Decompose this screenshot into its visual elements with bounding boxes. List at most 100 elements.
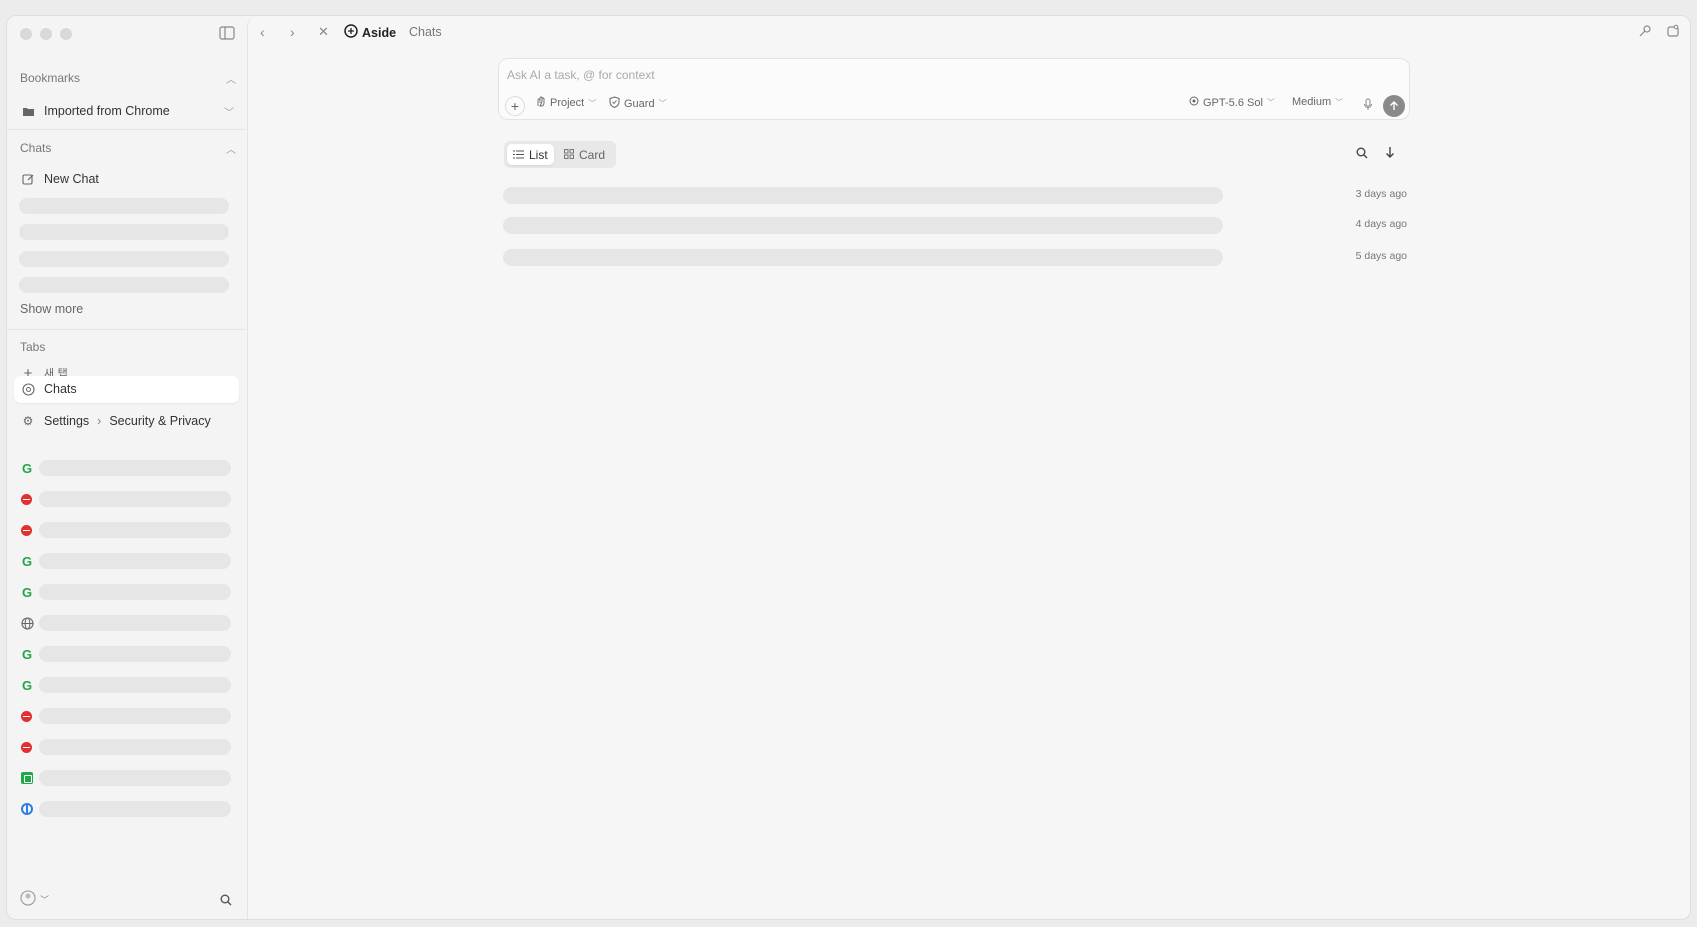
tab-item[interactable] <box>7 801 245 817</box>
chat-skeleton[interactable] <box>19 198 229 214</box>
forward-icon[interactable]: › <box>290 24 295 40</box>
green-square-icon <box>21 772 33 784</box>
tab-skeleton <box>39 553 231 569</box>
microphone-icon[interactable] <box>1363 98 1373 114</box>
effort-dropdown[interactable]: Medium ﹀ <box>1292 96 1343 108</box>
minimize-window-button[interactable] <box>40 28 52 40</box>
chat-title-skeleton <box>503 187 1223 204</box>
aside-icon <box>20 381 36 397</box>
tab-item[interactable]: G <box>7 460 245 476</box>
new-chat-button[interactable]: New Chat <box>14 166 244 192</box>
tab-skeleton <box>39 708 231 724</box>
close-icon[interactable]: ✕ <box>318 24 329 40</box>
chat-list-item[interactable]: 5 days ago <box>503 249 1407 269</box>
bookmarks-label: Bookmarks <box>20 71 81 85</box>
tab-chats[interactable]: Chats <box>14 376 244 402</box>
search-icon[interactable] <box>220 894 232 909</box>
tab-skeleton <box>39 460 231 476</box>
divider <box>7 329 245 330</box>
tab-item[interactable] <box>7 708 245 724</box>
tab-item[interactable]: G <box>7 584 245 600</box>
chat-title-skeleton <box>503 217 1223 234</box>
chat-skeleton[interactable] <box>19 251 229 267</box>
red-icon <box>21 742 32 753</box>
chevron-down-icon: ﹀ <box>588 98 597 108</box>
chat-timestamp: 3 days ago <box>1355 188 1407 200</box>
g-icon: G <box>21 584 33 600</box>
prompt-input[interactable] <box>507 65 1387 85</box>
key-icon[interactable] <box>1638 24 1652 41</box>
tab-item[interactable] <box>7 770 245 786</box>
chat-skeleton[interactable] <box>19 277 229 293</box>
g-icon: G <box>21 646 33 662</box>
bookmark-folder[interactable]: Imported from Chrome ﹀ <box>14 98 244 124</box>
tab-settings[interactable]: ⚙ Settings › Security & Privacy <box>14 408 244 434</box>
zoom-window-button[interactable] <box>60 28 72 40</box>
g-icon: G <box>21 553 33 569</box>
chats-label: Chats <box>20 141 52 155</box>
app-window: Bookmarks ︿ Imported from Chrome ﹀ Chats… <box>6 15 1691 920</box>
main-panel: ‹ › ✕ Aside Chats + <box>247 16 1690 919</box>
list-view-button[interactable]: List <box>507 144 554 165</box>
tab-item[interactable] <box>7 491 245 507</box>
tabs-label: Tabs <box>20 340 46 354</box>
tab-item[interactable] <box>7 739 245 755</box>
chat-list-item[interactable]: 3 days ago <box>503 187 1407 207</box>
show-more-button[interactable]: Show more <box>14 296 244 322</box>
show-more-label: Show more <box>20 302 84 316</box>
tab-skeleton <box>39 646 231 662</box>
guard-label: Guard <box>624 97 655 110</box>
tab-settings-label: Settings <box>44 414 90 428</box>
card-view-button[interactable]: Card <box>558 144 611 165</box>
profile-menu[interactable]: ﹀ <box>20 890 49 909</box>
compose-icon <box>20 171 36 187</box>
model-label: GPT-5.6 Sol <box>1203 96 1263 109</box>
breadcrumb: Chats <box>409 25 442 39</box>
g-icon: G <box>21 677 33 693</box>
add-attachment-button[interactable]: + <box>505 96 525 116</box>
sidebar: Bookmarks ︿ Imported from Chrome ﹀ Chats… <box>7 16 245 919</box>
g-icon: G <box>21 460 33 476</box>
list-view-label: List <box>529 147 548 162</box>
tabs-header: Tabs <box>20 338 236 356</box>
sort-down-icon[interactable] <box>1385 146 1395 161</box>
divider <box>7 129 245 130</box>
guard-dropdown[interactable]: Guard ﹀ <box>609 96 667 111</box>
model-dropdown[interactable]: GPT-5.6 Sol ﹀ <box>1189 96 1275 109</box>
search-icon[interactable] <box>1356 147 1368 162</box>
composer: + Project ﹀ Guard ﹀ GPT-5.6 Sol <box>498 58 1410 120</box>
globe-icon <box>20 616 34 630</box>
chat-timestamp: 4 days ago <box>1355 218 1407 230</box>
tab-item[interactable]: G <box>7 646 245 662</box>
project-dropdown[interactable]: Project ﹀ <box>535 96 596 110</box>
tab-skeleton <box>39 615 231 631</box>
chat-list-item[interactable]: 4 days ago <box>503 217 1407 237</box>
chat-title-skeleton <box>503 249 1223 266</box>
window-controls <box>20 28 72 40</box>
chats-header[interactable]: Chats ︿ <box>20 139 236 157</box>
tab-item[interactable]: G <box>7 677 245 693</box>
avatar-icon <box>20 890 36 909</box>
shield-icon <box>609 96 620 111</box>
send-button[interactable] <box>1383 95 1405 117</box>
close-window-button[interactable] <box>20 28 32 40</box>
tab-item[interactable] <box>7 615 245 631</box>
grid-icon <box>564 148 574 162</box>
sidebar-toggle-icon[interactable] <box>219 26 235 40</box>
chevron-right-icon: › <box>97 414 102 428</box>
bookmarks-header[interactable]: Bookmarks ︿ <box>20 69 236 87</box>
tab-skeleton <box>39 584 231 600</box>
tab-item[interactable]: G <box>7 553 245 569</box>
tab-item[interactable] <box>7 522 245 538</box>
chevron-down-icon: ﹀ <box>40 895 50 905</box>
back-icon[interactable]: ‹ <box>260 24 265 40</box>
chevron-down-icon: ﹀ <box>224 107 234 119</box>
chat-skeleton[interactable] <box>19 224 229 240</box>
chevron-down-icon: ﹀ <box>1266 98 1275 107</box>
brand[interactable]: Aside <box>344 24 396 41</box>
chevron-up-icon: ︿ <box>226 144 236 156</box>
model-icon <box>1189 96 1199 109</box>
top-bar: ‹ › ✕ Aside Chats <box>248 16 1690 48</box>
extension-icon[interactable] <box>1666 24 1680 41</box>
new-chat-label: New Chat <box>44 172 99 186</box>
